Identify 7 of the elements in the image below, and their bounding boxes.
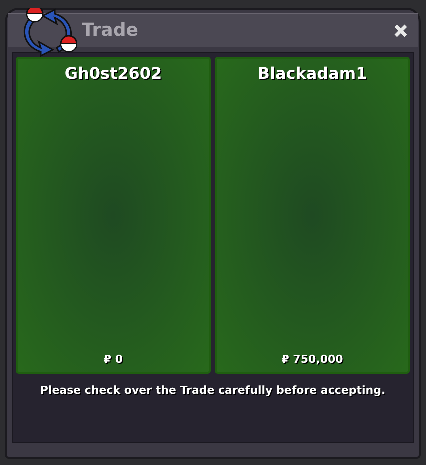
player-name: Gh0st2602 <box>64 63 162 85</box>
player-name: Blackadam1 <box>258 63 368 85</box>
money-amount: ₽ 0 <box>104 352 124 368</box>
money-amount: ₽ 750,000 <box>282 352 344 368</box>
notice-text: Please check over the Trade carefully before accepting. <box>39 383 387 399</box>
window-title: Trade <box>82 19 140 43</box>
close-icon <box>394 24 408 38</box>
